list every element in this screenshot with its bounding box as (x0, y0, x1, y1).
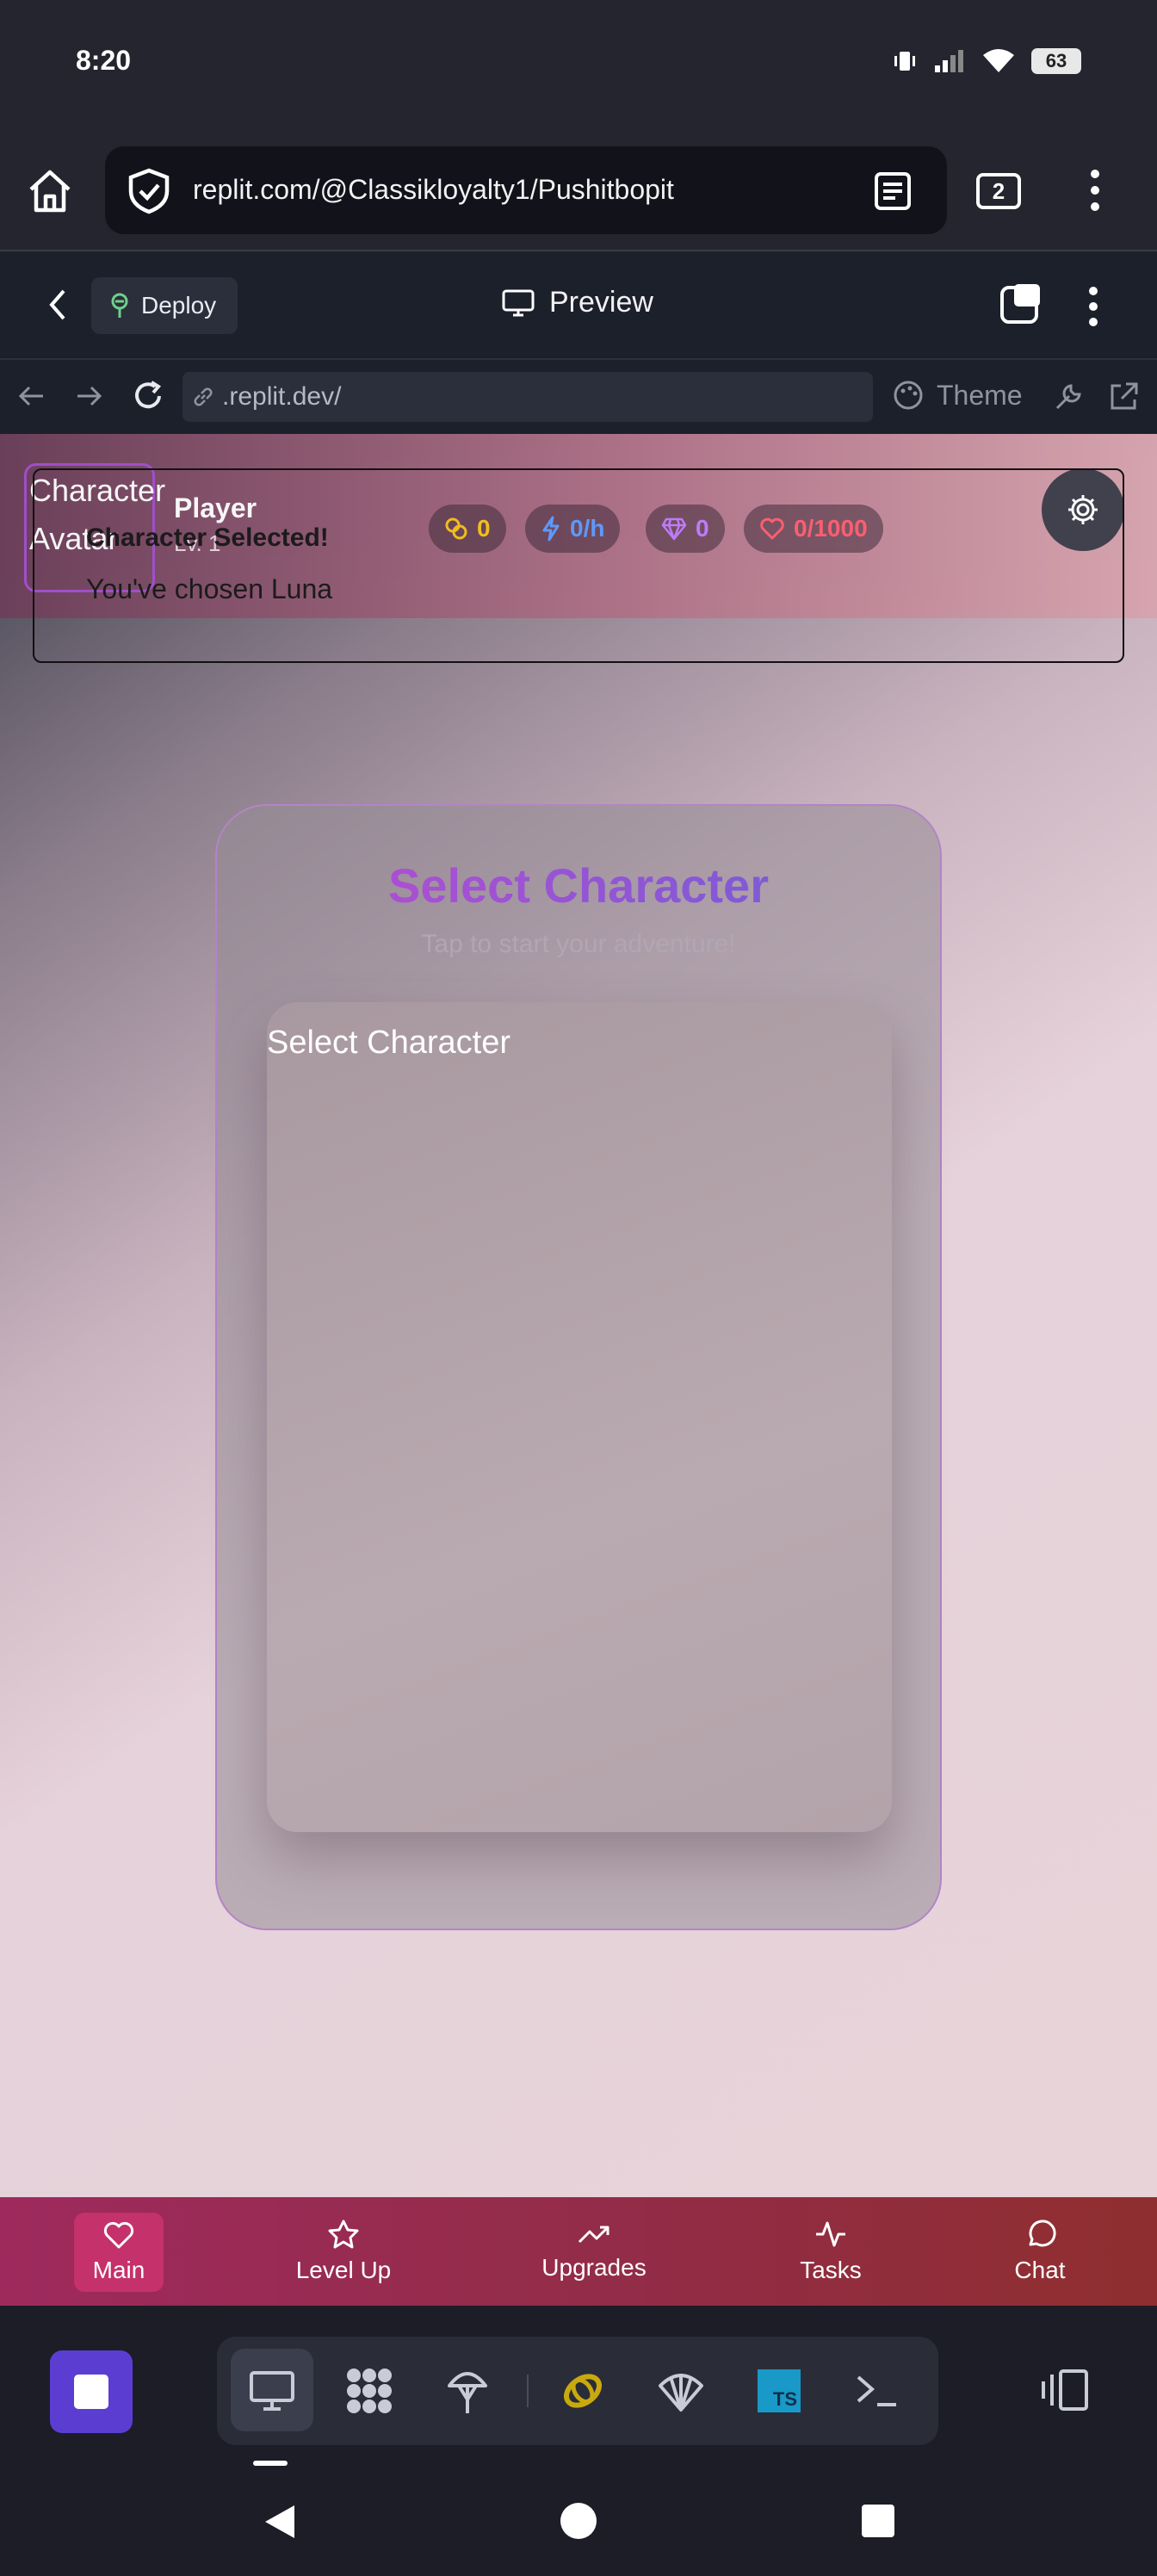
dock-active-indicator (253, 2461, 288, 2466)
heart-icon (103, 2221, 134, 2249)
tab-label: Main (92, 2257, 145, 2283)
tab-chat[interactable]: Chat (1005, 2197, 1074, 2306)
vibrate-icon (894, 52, 915, 71)
back-triangle-icon[interactable] (262, 2502, 298, 2542)
card-title: Select Character (217, 858, 940, 913)
link-icon (194, 387, 213, 406)
arrow-back-icon[interactable] (15, 382, 46, 410)
toast-notification: Character Selected! You've chosen Luna (33, 468, 1124, 663)
more-options-icon[interactable] (1088, 286, 1098, 327)
tab-level-up[interactable]: Level Up (282, 2197, 405, 2306)
monitor-icon (250, 2371, 294, 2411)
swirl-icon (564, 2374, 602, 2408)
signal-icon (935, 50, 963, 72)
grid-dots-icon (347, 2369, 392, 2413)
status-bar: 8:20 63 (0, 0, 1157, 129)
dock-console[interactable] (849, 2362, 906, 2419)
preview-tab[interactable]: Preview (501, 286, 653, 319)
preview-address-bar[interactable]: .replit.dev/ (183, 372, 873, 422)
game-tab-bar: Main Level Up Upgrades Tasks Chat (0, 2197, 1157, 2306)
dock-divider (527, 2375, 529, 2407)
tab-label: Tasks (800, 2257, 862, 2283)
arrow-forward-icon[interactable] (74, 382, 105, 410)
typescript-icon: TS (758, 2369, 801, 2412)
monitor-icon (502, 289, 535, 316)
overflow-menu-icon[interactable] (1090, 169, 1100, 212)
back-chevron-icon[interactable] (45, 288, 71, 322)
preview-label: Preview (549, 286, 653, 319)
status-icons: 63 (892, 48, 1081, 74)
replit-tool-dock: TS (0, 2306, 1157, 2471)
tab-switcher-button[interactable]: 2 (976, 173, 1021, 209)
system-nav-bar (0, 2471, 1157, 2576)
panels-icon[interactable] (1040, 2368, 1090, 2412)
dock-preview[interactable] (244, 2362, 300, 2419)
deploy-button[interactable]: Deploy (91, 277, 238, 334)
stop-icon (74, 2375, 108, 2409)
dock-ai-assistant[interactable] (554, 2362, 611, 2419)
replit-header: Deploy Preview (0, 251, 1157, 360)
status-time: 8:20 (76, 45, 132, 76)
deploy-label: Deploy (141, 292, 217, 319)
deploy-icon (448, 2372, 487, 2413)
recents-square-icon[interactable] (861, 2504, 895, 2538)
character-image-area[interactable]: Select Character (267, 1002, 892, 1832)
tab-label: Upgrades (541, 2254, 647, 2281)
reader-mode-icon[interactable] (873, 170, 913, 212)
dock-packages[interactable] (341, 2362, 398, 2419)
palette-icon (894, 381, 923, 410)
shell-icon (659, 2374, 703, 2412)
battery-indicator: 63 (1031, 48, 1081, 74)
game-app: Character Avatar Player Lv. 1 0 0/h 0 0/… (0, 434, 1157, 2197)
tab-label: Level Up (295, 2257, 392, 2283)
wrench-icon[interactable] (1052, 381, 1085, 413)
dock-shell-tool[interactable] (653, 2362, 709, 2419)
select-character-card: Select Character Tap to start your adven… (215, 804, 942, 1930)
stop-button[interactable] (50, 2350, 133, 2433)
card-subtitle: Tap to start your adventure! (421, 930, 736, 958)
toast-message: You've chosen Luna (86, 573, 333, 604)
home-circle-icon[interactable] (560, 2502, 597, 2540)
toast-title: Character Selected! (86, 523, 329, 552)
tab-upgrades[interactable]: Upgrades (534, 2197, 654, 2306)
dock-tools-group: TS (217, 2337, 938, 2445)
tab-label: Chat (1014, 2257, 1066, 2283)
activity-icon (816, 2221, 845, 2247)
reload-icon[interactable] (131, 379, 165, 413)
theme-label: Theme (937, 379, 1023, 411)
home-icon[interactable] (26, 167, 74, 215)
window-icon[interactable] (999, 282, 1043, 327)
chat-bubble-icon (1029, 2220, 1056, 2247)
theme-button[interactable]: Theme (892, 379, 1023, 412)
character-image-alt: Select Character (267, 1025, 511, 1061)
dock-typescript[interactable]: TS (751, 2362, 807, 2419)
preview-address: .replit.dev/ (222, 382, 342, 411)
terminal-icon (857, 2375, 896, 2406)
preview-nav-row: .replit.dev/ Theme (0, 360, 1157, 434)
deploy-icon (111, 293, 128, 318)
tab-tasks[interactable]: Tasks (790, 2197, 871, 2306)
dock-deployments[interactable] (439, 2362, 496, 2419)
browser-toolbar: replit.com/@Classikloyalty1/Pushitbopit … (0, 129, 1157, 251)
star-icon (328, 2220, 359, 2249)
url-bar[interactable]: replit.com/@Classikloyalty1/Pushitbopit (105, 146, 947, 234)
tab-main[interactable]: Main (74, 2213, 164, 2292)
trending-up-icon (578, 2226, 609, 2244)
wifi-icon (983, 49, 1014, 72)
url-text: replit.com/@Classikloyalty1/Pushitbopit (193, 174, 674, 205)
external-link-icon[interactable] (1107, 381, 1140, 413)
shield-check-icon (128, 168, 170, 214)
